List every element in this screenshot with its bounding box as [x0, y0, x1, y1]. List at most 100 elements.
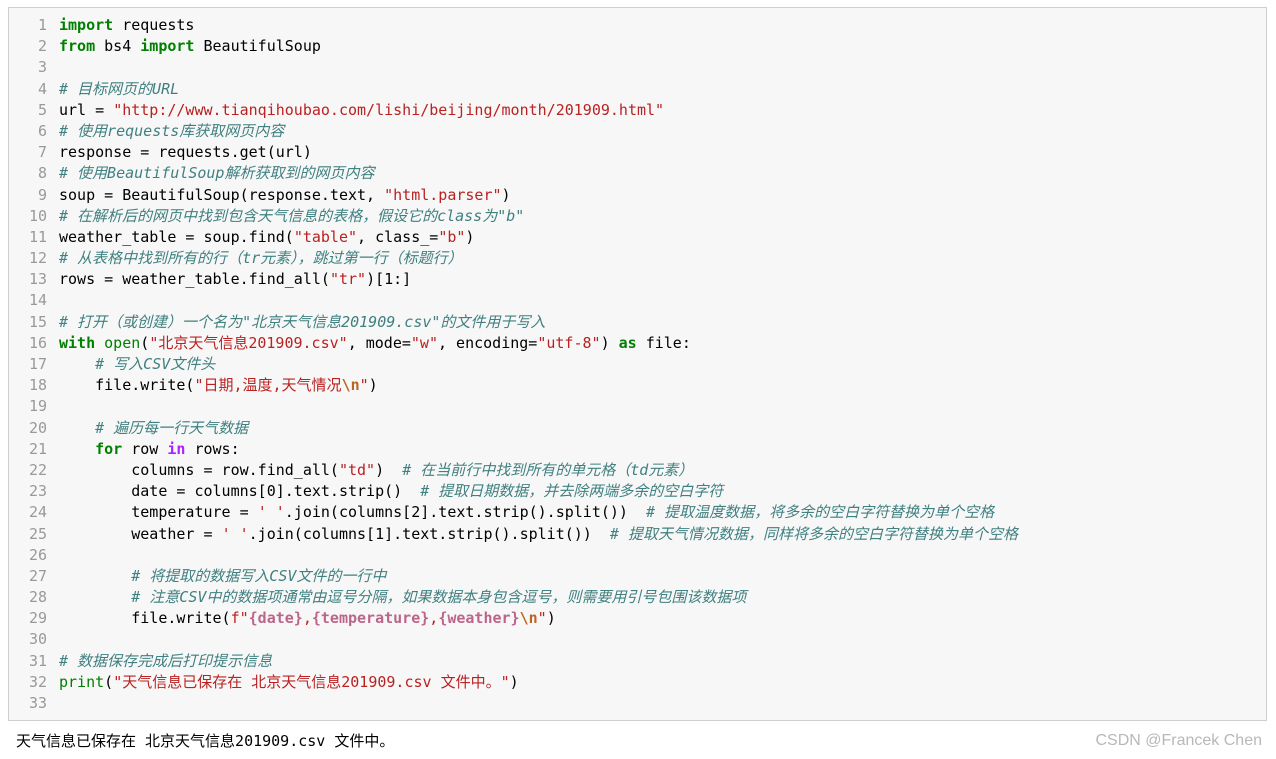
code-token: soup = BeautifulSoup(response.text, — [59, 185, 385, 204]
code-token: BeautifulSoup — [194, 37, 321, 56]
code-token: print — [59, 672, 105, 691]
line-number: 12 — [28, 249, 47, 268]
notebook-page: 1 import requests 2 from bs4 import Beautif… — [0, 0, 1276, 759]
code-line: 11 weather_table = soup.find("table", cla… — [9, 227, 1266, 248]
code-token: from — [59, 37, 96, 56]
code-token: # 打开（或创建）一个名为"北京天气信息201909.csv"的文件用于写入 — [59, 312, 546, 331]
line-number: 8 — [37, 164, 47, 183]
code-line: 27 # 将提取的数据写入CSV文件的一行中 — [9, 566, 1266, 587]
code-token: ) — [546, 609, 556, 628]
code-text: # 从表格中找到所有的行（tr元素），跳过第一行（标题行） — [59, 249, 463, 267]
code-token: import — [59, 16, 114, 34]
code-token: , — [302, 609, 312, 628]
code-token: # 提取温度数据，将多余的空白字符替换为单个空格 — [646, 503, 995, 522]
code-token: # 目标网页的URL — [59, 79, 180, 98]
line-number: 15 — [28, 312, 47, 331]
code-token: "tr" — [329, 270, 367, 289]
code-token: # 使用BeautifulSoup解析获取到的网页内容 — [59, 164, 375, 183]
code-text: columns = row.find_all("td") # 在当前行中找到所有… — [59, 461, 693, 479]
line-number: 31 — [28, 651, 47, 670]
code-line: 2 from bs4 import BeautifulSoup — [9, 36, 1266, 57]
code-token: # 写入CSV文件头 — [95, 355, 216, 373]
code-text: weather_table = soup.find("table", class… — [59, 228, 474, 246]
code-token: # 数据保存完成后打印提示信息 — [59, 651, 273, 670]
line-number: 14 — [28, 291, 47, 310]
line-number: 25 — [28, 524, 47, 543]
code-token: "html.parser" — [384, 185, 502, 204]
watermark-text: CSDN @Francek Chen — [1095, 732, 1262, 749]
code-text: # 写入CSV文件头 — [59, 355, 215, 373]
code-token: "td" — [338, 460, 376, 479]
code-line: 10 # 在解析后的网页中找到包含天气信息的表格，假设它的class为"b" — [9, 206, 1266, 227]
line-number: 5 — [37, 100, 47, 119]
code-token: # 注意CSV中的数据项通常由逗号分隔，如果数据本身包含逗号，则需要用引号包围该… — [131, 588, 747, 607]
code-line: 6 # 使用requests库获取网页内容 — [9, 121, 1266, 142]
code-line: 20 # 遍历每一行天气数据 — [9, 418, 1266, 439]
code-text: file.write("日期,温度,天气情况\n") — [59, 376, 378, 394]
code-line: 8 # 使用BeautifulSoup解析获取到的网页内容 — [9, 163, 1266, 184]
code-token: with — [59, 333, 96, 352]
line-number: 33 — [28, 694, 47, 712]
code-token: columns = row.find_all( — [59, 460, 339, 479]
code-line: 15 # 打开（或创建）一个名为"北京天气信息201909.csv"的文件用于写入 — [9, 312, 1266, 333]
code-text: weather = ' '.join(columns[1].text.strip… — [59, 525, 1018, 543]
code-token: # 使用requests库获取网页内容 — [59, 121, 285, 140]
line-number: 21 — [28, 439, 47, 458]
code-token: # 提取日期数据，并去除两端多余的空白字符 — [420, 482, 724, 501]
code-token: # 遍历每一行天气数据 — [95, 418, 249, 437]
code-line: 9 soup = BeautifulSoup(response.text, "ht… — [9, 185, 1266, 206]
code-token: "b" — [438, 227, 466, 246]
code-token: "http://www.tianqihoubao.com/lishi/beiji… — [113, 100, 665, 119]
line-number: 32 — [28, 672, 47, 691]
code-token: "table" — [293, 227, 358, 246]
line-number: 11 — [28, 227, 47, 246]
code-token: " — [537, 609, 547, 628]
line-number: 29 — [28, 609, 47, 628]
code-token: {weather} — [438, 609, 520, 628]
code-token: ) — [509, 672, 519, 691]
code-token: , encoding= — [438, 333, 538, 352]
code-line: 32 print("天气信息已保存在 北京天气信息201909.csv 文件中。"… — [9, 672, 1266, 693]
code-token: {temperature} — [311, 609, 430, 628]
code-token: ) — [375, 460, 403, 479]
code-token: ' ' — [221, 524, 249, 543]
code-line: 22 columns = row.find_all("td") # 在当前行中找… — [9, 460, 1266, 481]
code-line: 13 rows = weather_table.find_all("tr")[1:… — [9, 269, 1266, 290]
code-text: date = columns[0].text.strip() # 提取日期数据，… — [59, 482, 723, 500]
line-number: 7 — [37, 143, 47, 162]
line-number: 27 — [28, 566, 47, 585]
code-token: open — [104, 333, 141, 352]
code-text: temperature = ' '.join(columns[2].text.s… — [59, 503, 994, 521]
code-line: 24 temperature = ' '.join(columns[2].tex… — [9, 502, 1266, 523]
code-text: # 使用BeautifulSoup解析获取到的网页内容 — [59, 164, 374, 182]
code-token: , class_= — [357, 227, 439, 246]
code-token: {date} — [248, 609, 303, 628]
code-token: weather = — [59, 524, 222, 543]
code-token: # 在解析后的网页中找到包含天气信息的表格，假设它的class为"b" — [59, 206, 525, 225]
code-line: 18 file.write("日期,温度,天气情况\n") — [9, 375, 1266, 396]
code-token: requests — [113, 16, 195, 34]
line-number: 22 — [28, 460, 47, 479]
code-text: with open("北京天气信息201909.csv", mode="w", … — [59, 334, 691, 352]
line-number: 13 — [28, 270, 47, 289]
code-token: in — [167, 439, 186, 458]
code-token: , mode= — [347, 333, 411, 352]
code-text: # 遍历每一行天气数据 — [59, 419, 248, 437]
code-text: print("天气信息已保存在 北京天气信息201909.csv 文件中。") — [59, 673, 519, 691]
line-number: 4 — [37, 79, 47, 98]
code-editor[interactable]: 1 import requests 2 from bs4 import Beautif… — [9, 15, 1266, 714]
code-token: url = — [59, 100, 114, 119]
code-line: 16 with open("北京天气信息201909.csv", mode="w"… — [9, 333, 1266, 354]
code-cell[interactable]: 1 import requests 2 from bs4 import Beautif… — [8, 7, 1267, 721]
code-line: 26 — [9, 545, 1266, 566]
code-token: \n — [519, 609, 538, 628]
line-number: 30 — [28, 630, 47, 649]
code-text: # 注意CSV中的数据项通常由逗号分隔，如果数据本身包含逗号，则需要用引号包围该… — [59, 588, 746, 606]
code-line: 23 date = columns[0].text.strip() # 提取日期… — [9, 481, 1266, 502]
code-token: file.write( — [59, 609, 231, 628]
line-number: 18 — [28, 376, 47, 395]
code-token: rows = weather_table.find_all( — [59, 270, 330, 289]
code-token: # 在当前行中找到所有的单元格（td元素） — [402, 460, 694, 479]
